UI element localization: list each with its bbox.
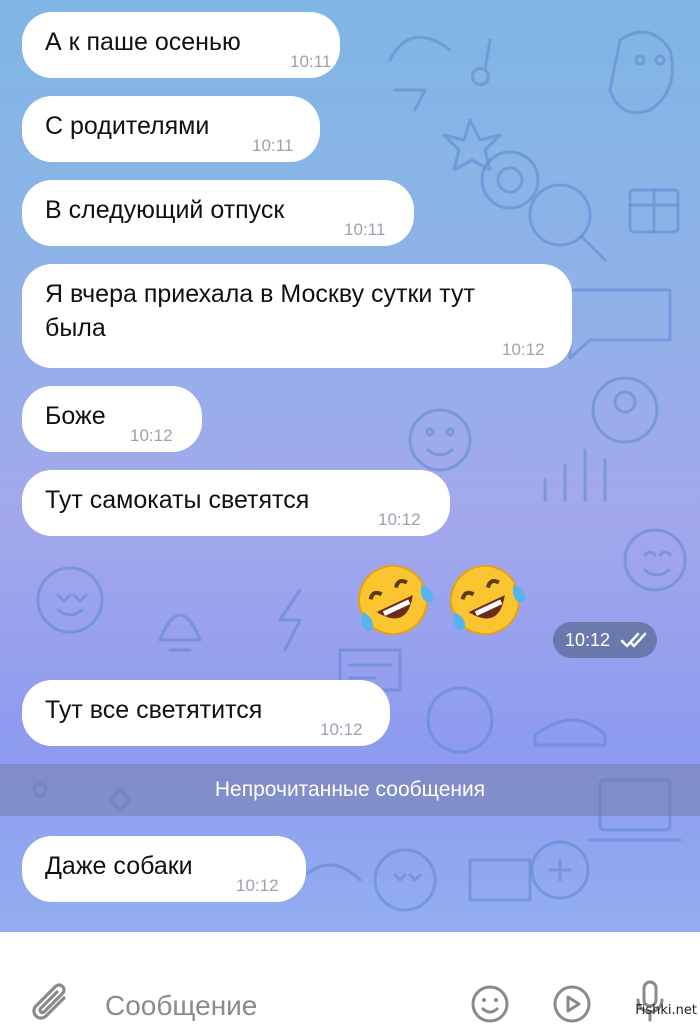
- message-bubble[interactable]: Боже 10:12: [22, 386, 202, 452]
- message-text: Тут самокаты светятся: [45, 486, 310, 514]
- message-text: А к паше осенью: [45, 28, 241, 56]
- double-check-icon: [620, 632, 647, 648]
- message-time: 10:12: [378, 510, 421, 529]
- smile-icon[interactable]: [470, 984, 510, 1024]
- message-time: 10:12: [565, 630, 611, 650]
- outgoing-time-badge: 10:12: [553, 622, 657, 658]
- paperclip-icon[interactable]: [30, 982, 74, 1030]
- message-time: 10:12: [236, 876, 279, 895]
- message-bubble[interactable]: Я вчера приехала в Москву сутки тут была…: [22, 264, 572, 368]
- message-time: 10:12: [320, 720, 363, 739]
- message-bubble[interactable]: Даже собаки 10:12: [22, 836, 306, 902]
- message-bubble[interactable]: Тут самокаты светятся 10:12: [22, 470, 450, 536]
- unread-messages-divider: Непрочитанные сообщения: [0, 764, 700, 816]
- message-time: 10:11: [290, 52, 332, 71]
- watermark: Fishki.net: [635, 1003, 697, 1018]
- message-text: В следующий отпуск: [45, 196, 285, 224]
- message-input[interactable]: [105, 988, 435, 1024]
- message-time: 10:11: [252, 136, 294, 155]
- message-bubble[interactable]: С родителями 10:11: [22, 96, 320, 162]
- message-time: 10:12: [502, 340, 545, 359]
- message-bubble[interactable]: В следующий отпуск 10:11: [22, 180, 414, 246]
- play-icon[interactable]: [552, 984, 592, 1024]
- message-time: 10:12: [130, 426, 173, 445]
- message-bubble[interactable]: А к паше осенью 10:11: [22, 12, 340, 78]
- message-bubble[interactable]: Тут все светятится 10:12: [22, 680, 390, 746]
- rofl-emoji-icon: [358, 565, 526, 635]
- unread-divider-label: Непрочитанные сообщения: [214, 778, 486, 801]
- outgoing-emoji-message[interactable]: [355, 560, 535, 640]
- message-text: Я вчера приехала в Москву сутки тут была: [45, 280, 475, 342]
- message-time: 10:11: [344, 220, 386, 239]
- chat-background: А к паше осенью 10:11 С родителями 10:11…: [0, 0, 700, 932]
